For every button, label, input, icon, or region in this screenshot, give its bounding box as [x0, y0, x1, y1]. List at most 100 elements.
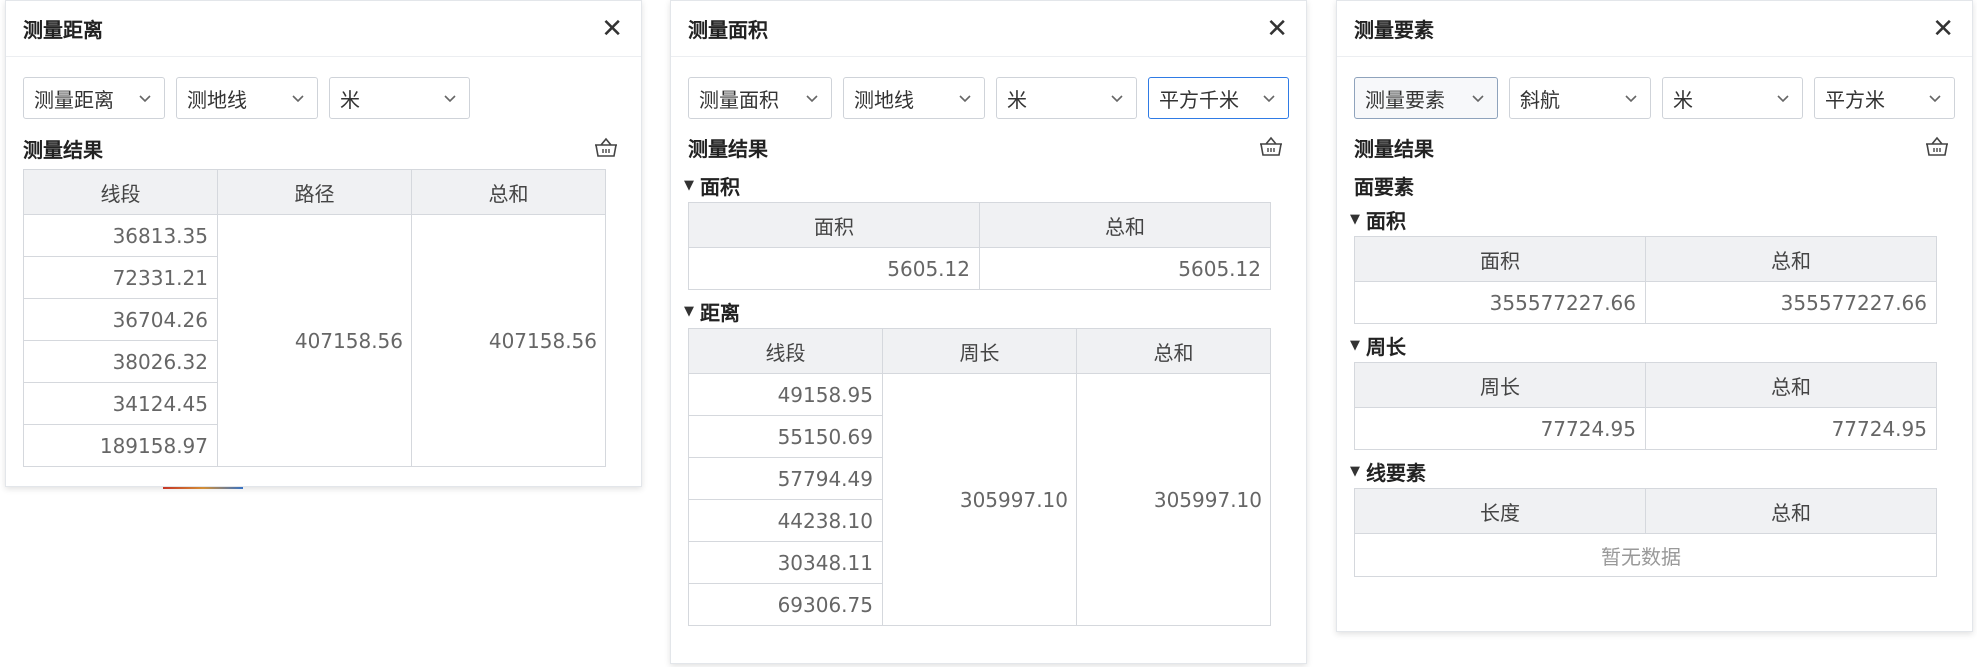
segment-cell: 30348.11 [688, 541, 883, 584]
panel-header: 测量要素 ✕ [1337, 1, 1972, 57]
chevron-down-icon [1777, 95, 1789, 103]
section-label: 距离 [700, 300, 740, 325]
panel-title: 测量面积 [688, 18, 768, 42]
measure-distance-panel: 测量距离 ✕ 测量距离 测地线 米 测量结果 线段 路径 总和 36813.35… [5, 0, 642, 487]
chevron-down-icon [1625, 95, 1637, 103]
perimeter-cell: 305997.10 [882, 373, 1077, 626]
select-value: 测量面积 [699, 87, 779, 112]
perimeter-table: 线段 周长 总和 49158.95 305997.10 305997.10 55… [688, 328, 1271, 626]
column-header: 总和 [979, 202, 1271, 248]
segment-cell: 34124.45 [23, 382, 218, 425]
chevron-down-icon [1472, 95, 1484, 103]
result-title: 测量结果 [1354, 136, 1434, 161]
select-value: 米 [1007, 87, 1027, 112]
total-cell: 355577227.66 [1645, 281, 1937, 324]
segment-cell: 49158.95 [688, 373, 883, 416]
area-section-toggle[interactable]: ▼ 面积 [671, 168, 1306, 202]
section-label: 周长 [1366, 334, 1406, 359]
total-cell: 77724.95 [1645, 407, 1937, 450]
measure-mode-select[interactable]: 测量面积 [688, 77, 832, 119]
panel-header: 测量面积 ✕ [671, 1, 1306, 57]
area-cell: 355577227.66 [1354, 281, 1646, 324]
perimeter-cell: 77724.95 [1354, 407, 1646, 450]
segment-cell: 44238.10 [688, 499, 883, 542]
chevron-down-icon [1111, 95, 1123, 103]
line-type-select[interactable]: 测地线 [843, 77, 985, 119]
measure-feature-panel: 测量要素 ✕ 测量要素 斜航 米 平方米 测量结果 面要素 ▼ 面积 面积 总和… [1336, 0, 1973, 632]
area-unit-select[interactable]: 平方米 [1814, 77, 1955, 119]
caret-down-icon: ▼ [684, 303, 694, 319]
segment-cell: 189158.97 [23, 424, 218, 467]
polygon-feature-label: 面要素 [1354, 174, 1414, 199]
close-icon[interactable]: ✕ [601, 16, 623, 42]
area-table: 面积 总和 355577227.66 355577227.66 [1354, 236, 1937, 324]
column-header: 总和 [1645, 236, 1937, 282]
column-header: 周长 [882, 328, 1077, 374]
segment-cell: 36704.26 [23, 298, 218, 341]
length-unit-select[interactable]: 米 [1662, 77, 1803, 119]
column-header: 面积 [688, 202, 980, 248]
chevron-down-icon [444, 95, 456, 103]
column-header: 周长 [1354, 362, 1646, 408]
select-value: 测量要素 [1365, 87, 1445, 112]
caret-down-icon: ▼ [1350, 463, 1360, 479]
column-header: 总和 [1645, 362, 1937, 408]
select-value: 测量距离 [34, 87, 114, 112]
chevron-down-icon [1263, 95, 1275, 103]
segment-cell: 36813.35 [23, 214, 218, 257]
segment-cell: 38026.32 [23, 340, 218, 383]
distance-table: 线段 路径 总和 36813.35 407158.56 407158.56 72… [23, 169, 606, 467]
select-value: 平方米 [1825, 87, 1885, 112]
panel-header: 测量距离 ✕ [6, 1, 641, 57]
section-label: 面积 [1366, 208, 1406, 233]
panel-title: 测量距离 [23, 18, 103, 42]
column-header: 线段 [688, 328, 883, 374]
area-table: 面积 总和 5605.12 5605.12 [688, 202, 1271, 290]
toolbar: 测量要素 斜航 米 平方米 [1337, 57, 1972, 119]
select-value: 平方千米 [1159, 87, 1239, 112]
result-header: 测量结果 [671, 126, 1306, 168]
total-cell: 5605.12 [979, 247, 1271, 290]
segment-cell: 72331.21 [23, 256, 218, 299]
line-type-select[interactable]: 测地线 [176, 77, 318, 119]
length-unit-select[interactable]: 米 [329, 77, 470, 119]
empty-state: 暂无数据 [1354, 533, 1937, 577]
select-value: 斜航 [1520, 87, 1560, 112]
chevron-down-icon [806, 95, 818, 103]
perimeter-section-toggle[interactable]: ▼ 周长 [1337, 328, 1972, 362]
chevron-down-icon [959, 95, 971, 103]
measure-area-panel: 测量面积 ✕ 测量面积 测地线 米 平方千米 测量结果 ▼ 面积 面积 总和 5… [670, 0, 1307, 664]
column-header: 面积 [1354, 236, 1646, 282]
close-icon[interactable]: ✕ [1266, 16, 1288, 42]
map-fragment [163, 487, 243, 489]
line-type-select[interactable]: 斜航 [1509, 77, 1651, 119]
area-section-toggle[interactable]: ▼ 面积 [1337, 202, 1972, 236]
column-header: 总和 [1076, 328, 1271, 374]
chevron-down-icon [139, 95, 151, 103]
perimeter-table: 周长 总和 77724.95 77724.95 [1354, 362, 1937, 450]
area-unit-select[interactable]: 平方千米 [1148, 77, 1289, 119]
section-label: 线要素 [1366, 460, 1426, 485]
column-header: 长度 [1354, 488, 1646, 534]
basket-clear-icon[interactable] [1923, 133, 1951, 161]
path-cell: 407158.56 [217, 214, 412, 467]
caret-down-icon: ▼ [1350, 337, 1360, 353]
measure-mode-select[interactable]: 测量要素 [1354, 77, 1498, 119]
result-title: 测量结果 [688, 136, 768, 161]
line-feature-toggle[interactable]: ▼ 线要素 [1337, 454, 1972, 488]
toolbar: 测量面积 测地线 米 平方千米 [671, 57, 1306, 119]
close-icon[interactable]: ✕ [1932, 16, 1954, 42]
result-title: 测量结果 [23, 137, 103, 162]
column-header: 线段 [23, 169, 218, 215]
basket-clear-icon[interactable] [592, 134, 620, 162]
select-value: 米 [1673, 87, 1693, 112]
total-cell: 407158.56 [411, 214, 606, 467]
chevron-down-icon [1929, 95, 1941, 103]
result-header: 测量结果 [6, 127, 641, 169]
distance-section-toggle[interactable]: ▼ 距离 [671, 294, 1306, 328]
basket-clear-icon[interactable] [1257, 133, 1285, 161]
chevron-down-icon [292, 95, 304, 103]
total-cell: 305997.10 [1076, 373, 1271, 626]
measure-mode-select[interactable]: 测量距离 [23, 77, 165, 119]
length-unit-select[interactable]: 米 [996, 77, 1137, 119]
